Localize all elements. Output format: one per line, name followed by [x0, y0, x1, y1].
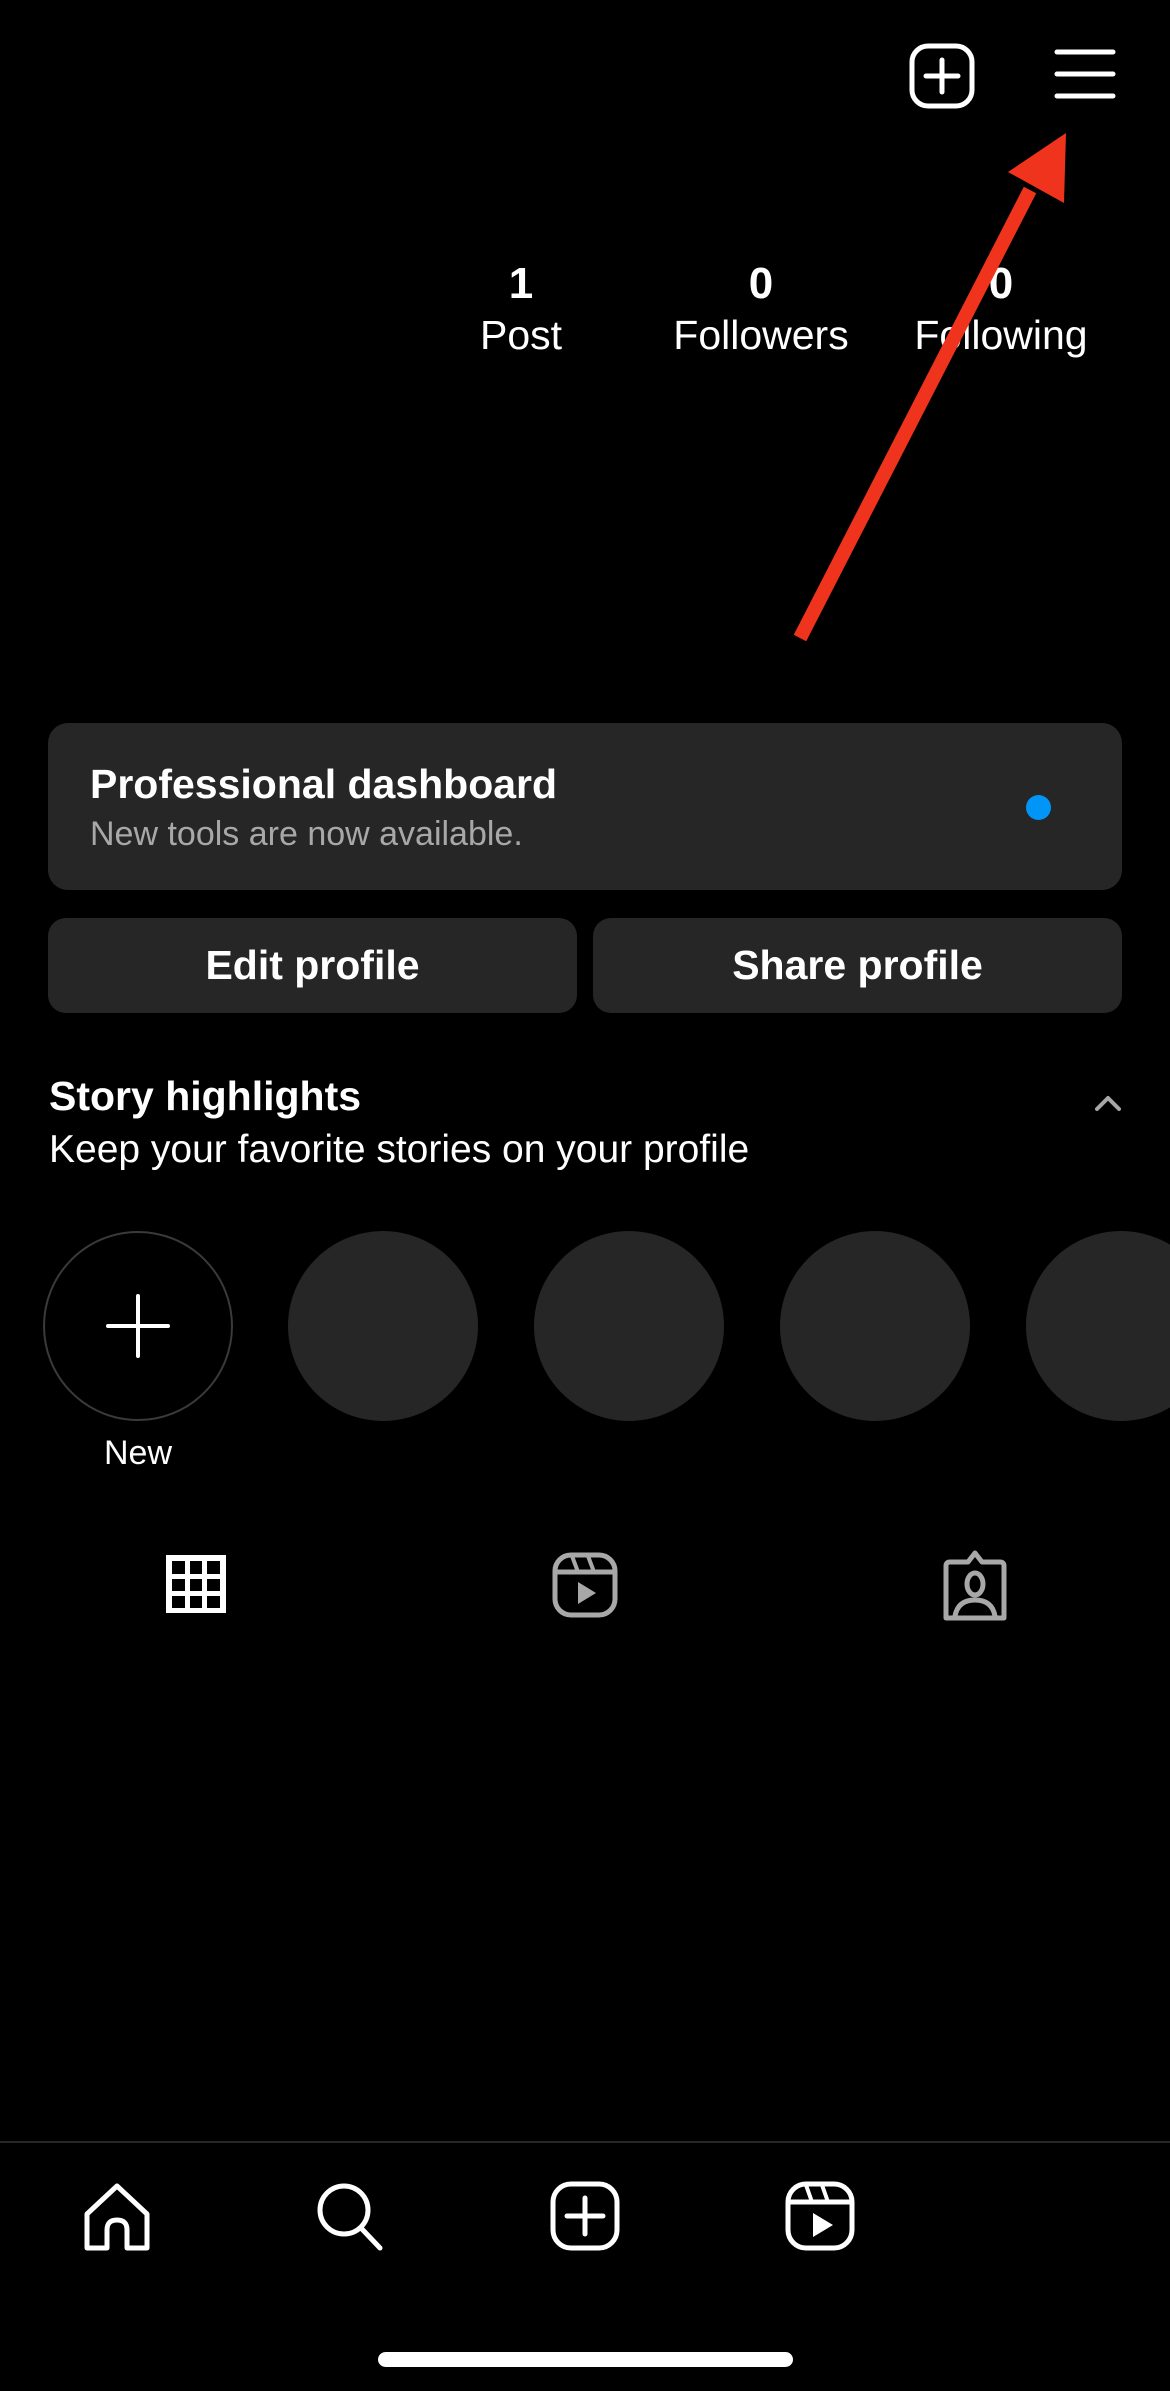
stat-label: Post	[479, 312, 563, 358]
bottom-nav-divider	[0, 2141, 1170, 2143]
stat-value: 0	[748, 259, 774, 308]
dashboard-title: Professional dashboard	[90, 761, 558, 807]
nav-home[interactable]	[81, 2180, 153, 2252]
hamburger-menu-icon	[1054, 49, 1116, 99]
story-highlights-title: Story highlights	[49, 1073, 362, 1119]
nav-search[interactable]	[314, 2180, 386, 2252]
home-icon	[84, 2183, 150, 2251]
story-highlights-subtitle: Keep your favorite stories on your profi…	[49, 1128, 750, 1171]
highlight-placeholder	[780, 1231, 970, 1421]
nav-reels[interactable]	[784, 2180, 856, 2252]
grid-icon	[166, 1555, 226, 1613]
dashboard-subtitle: New tools are now available.	[90, 815, 523, 853]
home-indicator	[378, 2352, 793, 2367]
create-button[interactable]	[908, 42, 976, 110]
reels-icon	[785, 2181, 855, 2251]
highlight-placeholder	[288, 1231, 478, 1421]
stat-posts[interactable]: 1 Post	[411, 258, 631, 360]
plus-square-icon	[550, 2181, 620, 2251]
nav-create[interactable]	[549, 2180, 621, 2252]
tab-tagged[interactable]	[940, 1550, 1010, 1621]
tab-posts-grid[interactable]	[163, 1550, 233, 1618]
edit-profile-button[interactable]: Edit profile	[48, 918, 577, 1013]
stat-value: 0	[988, 259, 1014, 308]
share-profile-button[interactable]: Share profile	[593, 918, 1122, 1013]
new-indicator-dot	[1026, 795, 1051, 820]
stat-label: Following	[914, 312, 1088, 358]
new-highlight-button[interactable]	[43, 1231, 233, 1421]
new-highlight-label: New	[103, 1434, 173, 1472]
tab-reels[interactable]	[550, 1550, 620, 1618]
arrow-head	[1008, 133, 1066, 203]
collapse-highlights-button[interactable]	[1094, 1094, 1122, 1112]
plus-square-icon	[909, 43, 975, 109]
stat-followers[interactable]: 0 Followers	[651, 258, 871, 360]
tagged-person-icon	[943, 1550, 1007, 1621]
highlight-placeholder	[1026, 1231, 1170, 1421]
chevron-up-icon	[1095, 1096, 1121, 1111]
stat-following[interactable]: 0 Following	[891, 258, 1111, 360]
reels-icon	[552, 1552, 618, 1618]
search-icon	[317, 2183, 383, 2251]
stat-value: 1	[508, 259, 534, 308]
professional-dashboard-card[interactable]: Professional dashboard New tools are now…	[48, 723, 1122, 890]
highlight-placeholder	[534, 1231, 724, 1421]
menu-button[interactable]	[1054, 46, 1116, 102]
stat-label: Followers	[673, 312, 849, 358]
plus-icon	[106, 1294, 170, 1358]
